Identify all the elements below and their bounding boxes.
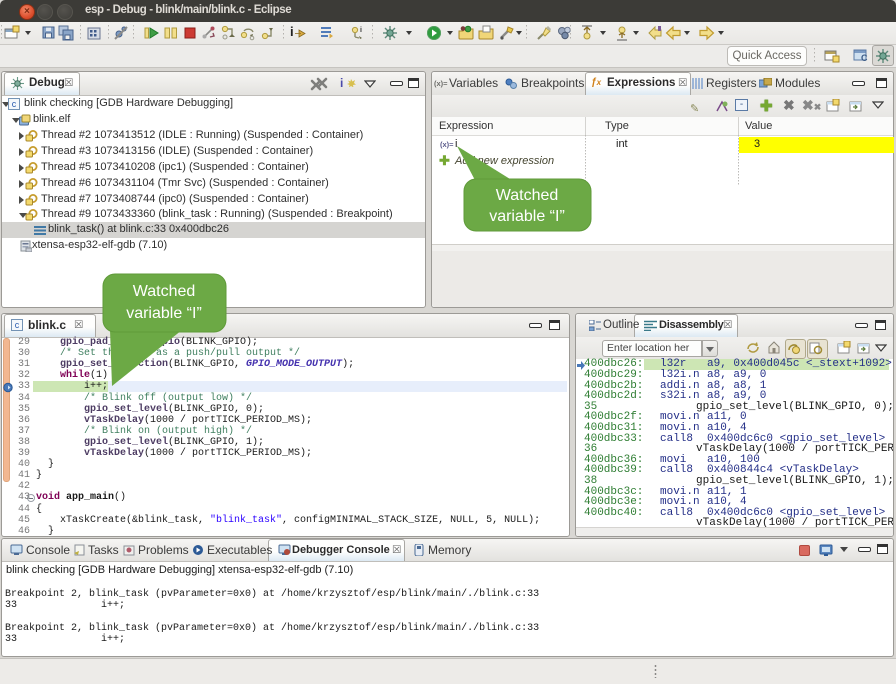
svg-text:variable “I”: variable “I”	[126, 305, 202, 322]
svg-text:variable “I”: variable “I”	[489, 208, 565, 225]
svg-text:Watched: Watched	[496, 187, 559, 204]
svg-text:Watched: Watched	[133, 283, 196, 300]
